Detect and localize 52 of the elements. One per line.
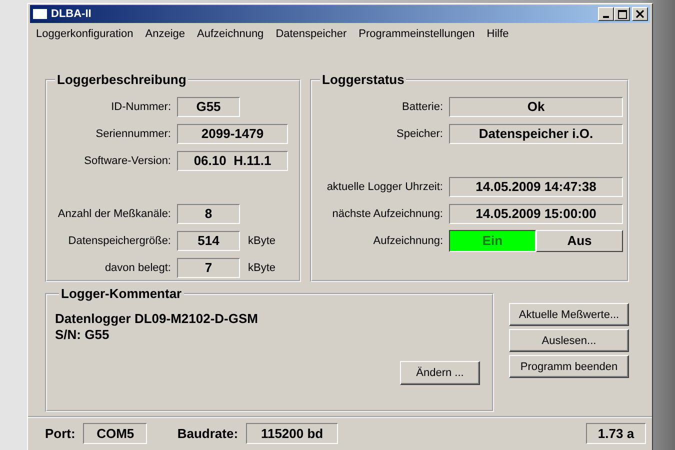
change-button[interactable]: Ändern ... bbox=[400, 361, 480, 385]
value-display: G55 bbox=[177, 96, 240, 116]
toggle-button[interactable]: Ein bbox=[449, 230, 536, 252]
maximize-button[interactable] bbox=[614, 7, 630, 21]
field-label: davon belegt: bbox=[104, 262, 172, 274]
comment-text: S/N: G55 bbox=[55, 327, 110, 343]
close-button[interactable] bbox=[632, 7, 648, 21]
action-button[interactable]: Aktuelle Meßwerte... bbox=[509, 303, 629, 326]
group-title: Loggerstatus bbox=[321, 72, 406, 87]
value-display: 514 bbox=[177, 230, 240, 250]
version-value: 1.73 a bbox=[586, 422, 646, 444]
field-label: Speicher: bbox=[396, 128, 444, 140]
action-button[interactable]: Auslesen... bbox=[509, 329, 629, 352]
field-label: Seriennummer: bbox=[94, 128, 172, 140]
minimize-button[interactable] bbox=[598, 7, 614, 21]
menu-item[interactable]: Hilfe bbox=[480, 28, 515, 40]
field-label: Aufzeichnung: bbox=[372, 234, 444, 246]
field-label: ID-Nummer: bbox=[110, 100, 172, 112]
value-display: 06.10 H.11.1 bbox=[177, 150, 288, 170]
value-display: 14.05.2009 14:47:38 bbox=[449, 176, 623, 196]
menu-item[interactable]: Aufzeichnung bbox=[191, 28, 270, 40]
field-label: Batterie: bbox=[401, 100, 444, 112]
field-label: nächste Aufzeichnung: bbox=[331, 208, 444, 220]
value-display: Datenspeicher i.O. bbox=[449, 124, 623, 144]
unit-label: kByte bbox=[247, 234, 276, 246]
action-button[interactable]: Programm beenden bbox=[509, 355, 629, 378]
field-label: Datenspeichergröße: bbox=[67, 234, 172, 246]
comment-text: Datenlogger DL09-M2102-D-GSM bbox=[55, 311, 259, 327]
group-title: Loggerbeschreibung bbox=[56, 72, 188, 87]
value-display: 7 bbox=[177, 258, 240, 278]
value-display: Ok bbox=[449, 96, 623, 116]
maximize-icon bbox=[618, 10, 626, 18]
group-title: Logger-Kommentar bbox=[60, 286, 183, 301]
window-title: DLBA-II bbox=[51, 8, 92, 20]
toggle-button[interactable]: Aus bbox=[536, 230, 623, 252]
field-label: Anzahl der Meßkanäle: bbox=[56, 208, 172, 220]
unit-label: kByte bbox=[247, 262, 276, 274]
field-label: Software-Version: bbox=[83, 154, 172, 166]
value-display: 2099-1479 bbox=[177, 124, 288, 144]
value-display: 14.05.2009 15:00:00 bbox=[449, 204, 623, 224]
menu-item[interactable]: Loggerkonfiguration bbox=[30, 28, 140, 40]
port-label: Port: bbox=[45, 426, 76, 440]
field-label: aktuelle Logger Uhrzeit: bbox=[326, 180, 444, 192]
baudrate-label: Baudrate: bbox=[177, 426, 238, 440]
port-value: COM5 bbox=[83, 422, 148, 444]
menu-item[interactable]: Datenspeicher bbox=[270, 28, 353, 40]
menu-item[interactable]: Anzeige bbox=[139, 28, 192, 40]
baudrate-value: 115200 bd bbox=[246, 422, 338, 444]
menu-item[interactable]: Programmeinstellungen bbox=[352, 28, 481, 40]
value-display: 8 bbox=[177, 204, 240, 224]
window-icon bbox=[33, 9, 47, 19]
close-icon bbox=[636, 10, 644, 18]
